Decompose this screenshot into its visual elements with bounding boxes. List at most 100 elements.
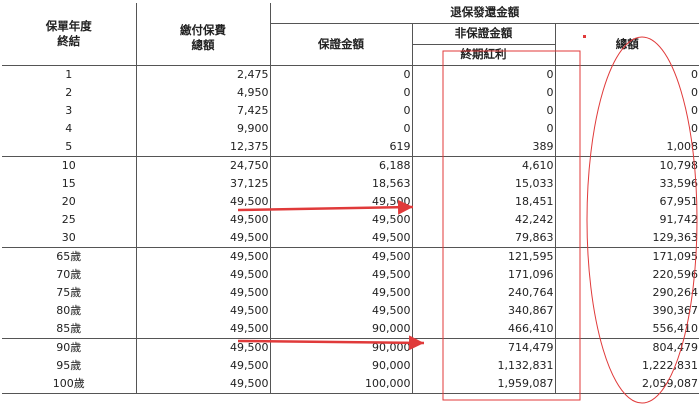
cell-policy-year: 1 (65, 67, 73, 81)
cell-guaranteed: 49,500 (269, 301, 412, 320)
total-premium-header: 繳付保費 總額 (135, 3, 270, 66)
cell-total: 290,264 (554, 283, 700, 302)
cell-policy-year: 3 (65, 103, 73, 117)
cell-total-premium: 49,500 (135, 374, 270, 394)
table-row: 3 7,425 0 0 0 (2, 101, 700, 120)
cell-policy-year: 30 (61, 230, 76, 244)
cell-total-premium: 12,375 (135, 137, 270, 156)
cell-terminal-bonus: 171,096 (411, 265, 555, 284)
cell-terminal-bonus: 466,410 (411, 319, 555, 338)
cell-total: 556,410 (554, 319, 700, 338)
table-row: 5 12,375 619 389 1,008 (2, 137, 700, 156)
cell-total-premium: 49,500 (135, 192, 270, 211)
table-row: 15 37,125 18,563 15,033 33,596 (2, 174, 700, 193)
cell-policy-year: 5 (65, 139, 73, 153)
cell-total-premium: 49,500 (135, 265, 270, 284)
table-row: 30 49,500 49,500 79,863 129,363 (2, 228, 700, 247)
surrender-value-header: 退保發還金額 (269, 3, 700, 24)
cell-guaranteed: 49,500 (269, 228, 412, 247)
cell-guaranteed: 619 (269, 137, 412, 156)
cell-policy-year: 75歲 (56, 285, 82, 299)
cell-terminal-bonus: 0 (411, 83, 555, 102)
cell-guaranteed: 18,563 (269, 174, 412, 193)
cell-total-premium: 37,125 (135, 174, 270, 193)
cell-guaranteed: 49,500 (269, 246, 412, 266)
non-guaranteed-header: 非保證金額 (411, 23, 555, 45)
cell-terminal-bonus: 42,242 (411, 210, 555, 229)
cell-terminal-bonus: 79,863 (411, 228, 555, 247)
cell-terminal-bonus: 714,479 (411, 337, 555, 357)
cell-guaranteed: 49,500 (269, 210, 412, 229)
cell-policy-year: 90歲 (2, 337, 136, 357)
terminal-bonus-header: 終期紅利 (411, 44, 555, 66)
total-premium-header-text: 繳付保費 總額 (180, 23, 226, 52)
cell-total: 129,363 (554, 228, 700, 247)
cell-terminal-bonus: 18,451 (411, 192, 555, 211)
cell-guaranteed: 0 (269, 83, 412, 102)
cell-guaranteed: 6,188 (269, 155, 412, 175)
cell-terminal-bonus: 4,610 (411, 155, 555, 175)
table-body: 1 2,475 0 0 0 2 4,950 0 0 0 3 7,425 0 0 0 4 9,900 0 0 0 5 12,… (2, 65, 700, 394)
cell-total-premium: 9,900 (135, 119, 270, 138)
table-row: 70歲 49,500 49,500 171,096 220,596 (2, 265, 700, 284)
cell-policy-year: 100歲 (2, 374, 136, 394)
table-row: 75歲 49,500 49,500 240,764 290,264 (2, 283, 700, 302)
cell-policy-year: 25 (61, 212, 76, 226)
cell-policy-year: 65歲 (2, 246, 136, 266)
cell-terminal-bonus: 0 (411, 65, 555, 84)
cell-terminal-bonus: 240,764 (411, 283, 555, 302)
table-row: 65歲 49,500 49,500 121,595 171,095 (2, 246, 700, 266)
cell-total-premium: 49,500 (135, 356, 270, 375)
policy-year-header-text: 保單年度 終結 (45, 18, 92, 48)
cell-terminal-bonus: 389 (411, 137, 555, 156)
cell-total-premium: 49,500 (135, 283, 270, 302)
cell-total: 1,008 (554, 137, 700, 156)
cell-total-premium: 4,950 (135, 83, 270, 102)
cell-guaranteed: 49,500 (269, 283, 412, 302)
cell-policy-year: 15 (61, 176, 76, 190)
cell-policy-year: 2 (65, 85, 73, 99)
cell-total-premium: 49,500 (135, 210, 270, 229)
cell-total: 0 (554, 65, 700, 84)
cell-total: 91,742 (554, 210, 700, 229)
table-row: 20 49,500 49,500 18,451 67,951 (2, 192, 700, 211)
cell-total-premium: 49,500 (135, 228, 270, 247)
cell-total: 804,479 (554, 337, 700, 357)
cell-guaranteed: 90,000 (269, 319, 412, 338)
cell-terminal-bonus: 340,867 (411, 301, 555, 320)
cell-terminal-bonus: 121,595 (411, 246, 555, 266)
cell-total: 10,798 (554, 155, 700, 175)
table-row: 10 24,750 6,188 4,610 10,798 (2, 155, 700, 175)
surrender-value-table: 保單年度 終結 繳付保費 總額 退保發還金額 保證金額 非保證金額 總額 終期紅… (2, 3, 700, 394)
cell-terminal-bonus: 1,959,087 (411, 374, 555, 394)
cell-terminal-bonus: 1,132,831 (411, 356, 555, 375)
table-row: 80歲 49,500 49,500 340,867 390,367 (2, 301, 700, 320)
cell-total: 390,367 (554, 301, 700, 320)
cell-guaranteed: 0 (269, 101, 412, 120)
cell-total-premium: 49,500 (135, 337, 270, 357)
cell-total-premium: 49,500 (135, 319, 270, 338)
cell-total: 67,951 (554, 192, 700, 211)
cell-terminal-bonus: 0 (411, 119, 555, 138)
cell-terminal-bonus: 0 (411, 101, 555, 120)
total-header: 總額 (554, 23, 700, 66)
cell-total: 220,596 (554, 265, 700, 284)
cell-total: 0 (554, 101, 700, 120)
cell-guaranteed: 100,000 (269, 374, 412, 394)
policy-year-header: 保單年度 終結 (2, 3, 136, 66)
cell-policy-year: 20 (61, 194, 76, 208)
table-row: 85歲 49,500 90,000 466,410 556,410 (2, 319, 700, 338)
cell-total: 0 (554, 119, 700, 138)
guaranteed-header: 保證金額 (269, 23, 412, 66)
surrender-value-table-wrapper: 保單年度 終結 繳付保費 總額 退保發還金額 保證金額 非保證金額 總額 終期紅… (2, 3, 700, 394)
cell-total-premium: 49,500 (135, 301, 270, 320)
cell-terminal-bonus: 15,033 (411, 174, 555, 193)
cell-guaranteed: 0 (269, 65, 412, 84)
cell-policy-year: 95歲 (56, 358, 82, 372)
table-row: 95歲 49,500 90,000 1,132,831 1,222,831 (2, 356, 700, 375)
cell-guaranteed: 49,500 (269, 192, 412, 211)
table-row: 2 4,950 0 0 0 (2, 83, 700, 102)
cell-policy-year: 4 (65, 121, 73, 135)
cell-guaranteed: 49,500 (269, 265, 412, 284)
cell-policy-year: 80歲 (56, 303, 82, 317)
